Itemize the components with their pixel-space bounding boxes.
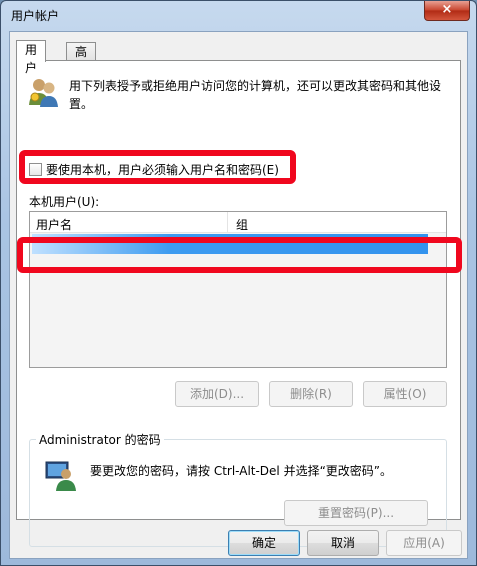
- title-bar[interactable]: 用户帐户 ×: [1, 1, 476, 31]
- require-password-checkbox[interactable]: [29, 163, 42, 176]
- users-icon: [29, 79, 58, 107]
- password-group-legend: Administrator 的密码: [36, 431, 164, 448]
- properties-button[interactable]: 属性(O): [363, 381, 447, 407]
- users-tab-panel: 用下列表授予或拒绝用户访问您的计算机，还可以更改其密码和其他设置。 要使用本机，…: [16, 60, 462, 547]
- local-users-list[interactable]: 用户名 组: [29, 211, 447, 368]
- tab-users[interactable]: 用户: [16, 40, 47, 75]
- remove-user-button[interactable]: 删除(R): [269, 381, 353, 407]
- cancel-button[interactable]: 取消: [307, 530, 379, 556]
- dialog-client-area: 用户 高级 用下列表授予或拒绝用户访问您的计算机，还可以更改其密码和其他设置。 …: [9, 31, 468, 559]
- ok-button[interactable]: 确定: [228, 530, 300, 556]
- add-user-button[interactable]: 添加(D)...: [175, 381, 259, 407]
- list-header: 用户名 组: [30, 212, 446, 233]
- column-group[interactable]: 组: [236, 216, 248, 233]
- window-title: 用户帐户: [11, 9, 60, 23]
- close-button[interactable]: ×: [424, 1, 470, 21]
- description-text: 用下列表授予或拒绝用户访问您的计算机，还可以更改其密码和其他设置。: [69, 79, 442, 111]
- apply-button[interactable]: 应用(A): [386, 530, 462, 556]
- column-username[interactable]: 用户名: [36, 216, 72, 233]
- password-instructions: 要更改您的密码，请按 Ctrl-Alt-Del 并选择“更改密码”。: [90, 464, 393, 478]
- column-separator: [227, 212, 228, 232]
- highlight-user-row-annotation: [17, 237, 462, 273]
- tab-advanced[interactable]: 高级: [66, 42, 97, 77]
- local-users-label: 本机用户(U):: [29, 195, 100, 209]
- require-password-label: 要使用本机，用户必须输入用户名和密码(E): [46, 163, 279, 177]
- user-computer-icon: [45, 461, 76, 491]
- reset-password-button[interactable]: 重置密码(P)...: [284, 500, 428, 526]
- user-accounts-window: 用户帐户 × 用户 高级 用下列表授予或拒绝用户访问您的计算机，还可以更改其密码…: [0, 0, 477, 566]
- require-password-row[interactable]: 要使用本机，用户必须输入用户名和密码(E): [29, 161, 279, 178]
